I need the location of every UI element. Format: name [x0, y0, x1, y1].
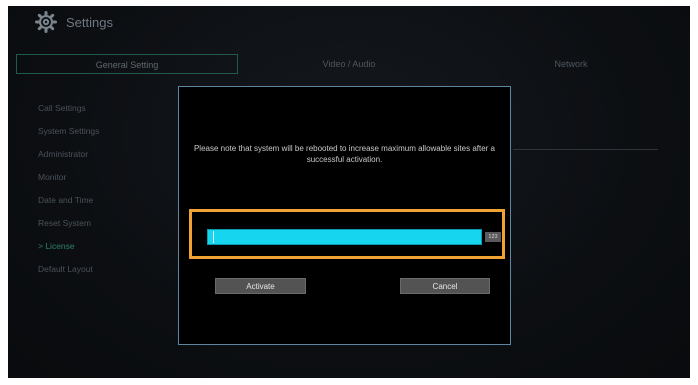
- cancel-button[interactable]: Cancel: [400, 278, 490, 294]
- sidebar-item-monitor[interactable]: Monitor: [38, 171, 158, 194]
- tab-network[interactable]: Network: [460, 54, 682, 74]
- sidebar: Call Settings System Settings Administra…: [38, 102, 158, 286]
- sidebar-item-default-layout[interactable]: Default Layout: [38, 263, 158, 286]
- input-mode-indicator: 123: [485, 232, 501, 242]
- divider: [513, 149, 658, 150]
- dialog-message: Please note that system will be rebooted…: [193, 144, 496, 164]
- text-caret: [213, 231, 214, 243]
- gear-icon: [35, 11, 57, 33]
- sidebar-item-system-settings[interactable]: System Settings: [38, 125, 158, 148]
- license-activation-dialog: Please note that system will be rebooted…: [178, 86, 511, 345]
- sidebar-item-license[interactable]: > License: [38, 240, 158, 263]
- sidebar-item-call-settings[interactable]: Call Settings: [38, 102, 158, 125]
- settings-tabs: General Setting Video / Audio Network: [16, 54, 682, 74]
- sidebar-item-administrator[interactable]: Administrator: [38, 148, 158, 171]
- top-bar: Settings: [8, 6, 690, 40]
- tv-screen: Settings General Setting Video / Audio N…: [8, 6, 690, 378]
- license-key-input[interactable]: [207, 229, 482, 245]
- page-title: Settings: [66, 15, 113, 30]
- tab-video-audio[interactable]: Video / Audio: [238, 54, 460, 74]
- sidebar-item-reset-system[interactable]: Reset System: [38, 217, 158, 240]
- tab-general-setting[interactable]: General Setting: [16, 54, 238, 74]
- activate-button[interactable]: Activate: [215, 278, 306, 294]
- sidebar-item-date-and-time[interactable]: Date and Time: [38, 194, 158, 217]
